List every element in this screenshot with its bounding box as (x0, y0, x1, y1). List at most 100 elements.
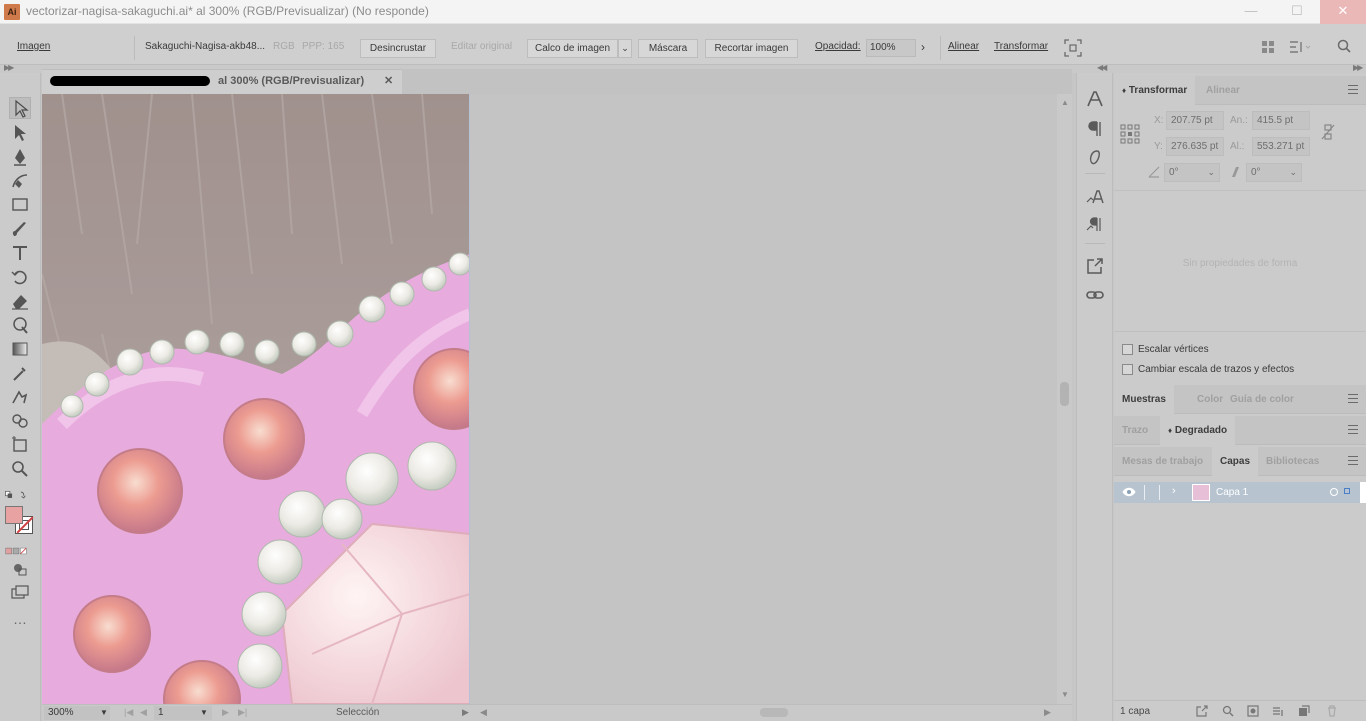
current-tool-status[interactable]: Selección (336, 707, 379, 718)
workspace-switcher-icon[interactable] (1289, 40, 1311, 54)
tab-transformar[interactable]: ♦ Transformar (1114, 76, 1196, 105)
vertical-scroll-thumb[interactable] (1060, 382, 1069, 406)
shear-select[interactable]: 0° ⌄ (1246, 163, 1302, 182)
rotate-select[interactable]: 0° ⌄ (1164, 163, 1220, 182)
transform-link[interactable]: Transformar (994, 38, 1048, 56)
linked-file-name[interactable]: Sakaguchi-Nagisa-akb48... (145, 38, 265, 56)
color-mode-buttons[interactable] (5, 540, 35, 555)
minimize-button[interactable]: — (1228, 0, 1274, 24)
screen-mode-icon[interactable] (9, 582, 31, 604)
create-new-layer-icon[interactable] (1298, 705, 1310, 717)
arrange-documents-icon[interactable] (1262, 41, 1274, 53)
pen-tool-icon[interactable] (9, 146, 31, 168)
tab-bibliotecas[interactable]: Bibliotecas (1258, 447, 1327, 476)
tab-alinear[interactable]: Alinear (1198, 76, 1248, 105)
direct-selection-tool-icon[interactable] (9, 122, 31, 144)
isolate-selection-icon[interactable] (1064, 39, 1082, 57)
rectangle-tool-icon[interactable] (9, 194, 31, 216)
export-panel-icon[interactable] (1085, 256, 1105, 276)
artboard-number-select[interactable]: 1 ▼ (154, 706, 212, 720)
eyedropper-tool-icon[interactable] (9, 362, 31, 384)
align-link[interactable]: Alinear (948, 38, 979, 56)
edit-original-button[interactable]: Editar original (451, 38, 512, 56)
collapse-panels-icon[interactable]: ▶▶ (1353, 63, 1363, 72)
scroll-right-icon[interactable]: ▶ (1044, 707, 1051, 718)
paragraph-styles-panel-icon[interactable] (1085, 215, 1105, 235)
fill-stroke-swatches[interactable] (5, 506, 35, 536)
embed-button[interactable]: Desincrustar (360, 39, 436, 58)
search-icon[interactable] (1337, 39, 1351, 53)
curvature-tool-icon[interactable] (9, 170, 31, 192)
lock-toggle[interactable] (1144, 485, 1160, 500)
close-tab-icon[interactable]: ✕ (384, 74, 393, 87)
make-clipping-mask-icon[interactable] (1247, 705, 1259, 717)
character-styles-panel-icon[interactable] (1085, 187, 1105, 207)
scroll-left-icon[interactable]: ◀ (480, 707, 487, 718)
maximize-button[interactable]: ☐ (1274, 0, 1320, 24)
character-panel-icon[interactable] (1085, 89, 1105, 109)
fill-swatch[interactable] (5, 506, 23, 524)
width-tool-icon[interactable] (9, 314, 31, 336)
links-panel-icon[interactable] (1085, 285, 1105, 305)
image-trace-dropdown-icon[interactable]: ⌄ (618, 39, 632, 58)
edit-toolbar-icon[interactable]: … (9, 611, 31, 633)
opentype-panel-icon[interactable] (1085, 147, 1105, 167)
tab-guia-de-color[interactable]: Guía de color (1222, 385, 1302, 414)
locate-object-icon[interactable] (1222, 705, 1234, 717)
visibility-eye-icon[interactable] (1122, 487, 1136, 497)
panel-menu-icon[interactable] (1348, 394, 1358, 403)
tab-trazo[interactable]: Trazo (1114, 416, 1156, 445)
layer-row[interactable]: › Capa 1 (1114, 482, 1366, 503)
reference-point-icon[interactable] (1120, 124, 1140, 144)
expand-layer-icon[interactable]: › (1172, 485, 1176, 497)
scale-corners-checkbox[interactable] (1122, 344, 1133, 355)
scroll-down-icon[interactable]: ▼ (1061, 690, 1069, 699)
default-swap-colors-icon[interactable] (4, 484, 34, 506)
create-sublayer-icon[interactable] (1272, 705, 1284, 717)
opacity-input[interactable]: 100% (866, 39, 916, 57)
last-artboard-icon[interactable]: ▶| (238, 707, 247, 718)
crop-image-button[interactable]: Recortar imagen (705, 39, 798, 58)
tab-capas[interactable]: Capas (1212, 447, 1259, 476)
drawing-modes-icon[interactable] (9, 558, 31, 580)
horizontal-scroll-thumb[interactable] (760, 708, 788, 717)
opacity-label[interactable]: Opacidad: (815, 38, 861, 56)
gradient-tool-icon[interactable] (9, 338, 31, 360)
selection-tool-icon[interactable] (9, 97, 31, 119)
selection-indicator[interactable] (1344, 488, 1350, 494)
scroll-up-icon[interactable]: ▲ (1061, 98, 1069, 107)
panel-menu-icon[interactable] (1348, 85, 1358, 94)
document-tab[interactable]: al 300% (RGB/Previsualizar) ✕ (42, 69, 402, 94)
close-window-button[interactable]: ✕ (1320, 0, 1366, 24)
rotate-tool-icon[interactable] (9, 266, 31, 288)
target-circle-icon[interactable] (1330, 488, 1338, 496)
zoom-tool-icon[interactable] (9, 458, 31, 480)
collapse-icon-column-icon[interactable]: ◀◀ (1097, 63, 1107, 72)
shape-builder-tool-icon[interactable] (9, 410, 31, 432)
export-for-screens-icon[interactable] (1196, 705, 1208, 717)
tab-mesas-de-trabajo[interactable]: Mesas de trabajo (1114, 447, 1211, 476)
mask-button[interactable]: Máscara (638, 39, 698, 58)
selection-type-label[interactable]: Imagen (17, 38, 50, 56)
paragraph-panel-icon[interactable] (1085, 119, 1105, 139)
first-artboard-icon[interactable]: |◀ (124, 707, 133, 718)
type-tool-icon[interactable] (9, 242, 31, 264)
width-input[interactable]: 415.5 pt (1252, 111, 1310, 130)
vertical-scrollbar[interactable]: ▲ ▼ (1057, 94, 1072, 704)
panel-menu-icon[interactable] (1348, 456, 1358, 465)
zoom-level-select[interactable]: 300% ▼ (44, 706, 110, 720)
next-artboard-icon[interactable]: ▶ (222, 707, 229, 718)
tab-muestras[interactable]: Muestras (1114, 385, 1174, 414)
status-menu-icon[interactable]: ▶ (462, 707, 469, 718)
eraser-tool-icon[interactable] (9, 290, 31, 312)
layer-name[interactable]: Capa 1 (1216, 487, 1248, 498)
height-input[interactable]: 553.271 pt (1252, 137, 1310, 156)
panel-menu-icon[interactable] (1348, 425, 1358, 434)
x-input[interactable]: 207.75 pt (1166, 111, 1224, 130)
scale-strokes-checkbox[interactable] (1122, 364, 1133, 375)
paintbrush-tool-icon[interactable] (9, 218, 31, 240)
delete-layer-icon[interactable] (1326, 705, 1338, 717)
artboard-tool-icon[interactable] (9, 434, 31, 456)
constrain-proportions-icon[interactable] (1320, 123, 1336, 141)
expand-tools-icon[interactable]: ▶▶ (4, 63, 14, 72)
